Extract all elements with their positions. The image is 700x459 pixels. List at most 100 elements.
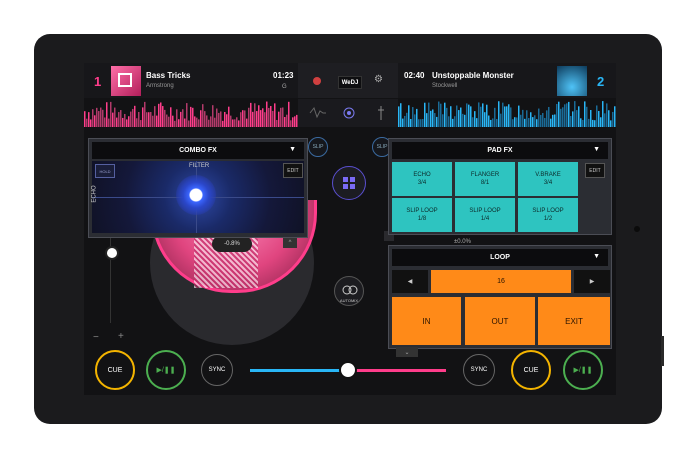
waveform-bar xyxy=(484,112,486,127)
automix-label: AUTOMIX xyxy=(339,298,359,303)
deck2-sync-button[interactable]: SYNC xyxy=(463,354,495,386)
waveform-bar xyxy=(406,112,408,127)
waveform-bar xyxy=(426,113,428,127)
waveform-bar xyxy=(474,111,476,127)
deck1-bpm-offset: -0.8% xyxy=(212,236,252,252)
waveform-bar xyxy=(258,105,260,127)
waveform-bar xyxy=(488,115,490,127)
loop-out-button[interactable]: OUT xyxy=(465,297,535,345)
waveform-bar xyxy=(468,104,470,127)
zoom-minus-button[interactable]: − xyxy=(93,332,99,343)
pad-fx-edit-button[interactable]: EDIT xyxy=(585,163,605,178)
waveform-bar xyxy=(614,106,616,127)
waveform-bar xyxy=(606,103,608,127)
waveform-bar xyxy=(580,118,582,127)
waveform-bar xyxy=(216,108,218,127)
waveform-bar xyxy=(404,115,406,127)
pad-fx-flanger[interactable]: FLANGER 8/1 xyxy=(455,162,515,196)
waveform-bar xyxy=(264,112,266,127)
waveform-bar xyxy=(492,118,494,127)
waveform-bar xyxy=(594,120,596,127)
collapse-panel-button[interactable]: ⌄ xyxy=(396,347,418,357)
wedj-logo[interactable]: WeDJ xyxy=(338,76,362,89)
deck1-chevron-up-icon[interactable]: ^ xyxy=(283,238,297,248)
waveform-bar xyxy=(250,102,252,127)
waveform-bar xyxy=(434,113,436,127)
deck1-artwork[interactable] xyxy=(111,66,141,96)
waveform-bar xyxy=(144,101,146,127)
waveform-bar xyxy=(92,109,94,127)
pad-fx-header[interactable]: PAD FX ▼ xyxy=(392,142,608,159)
waveform-bar xyxy=(602,101,604,127)
pad-fx-vbrake[interactable]: V.BRAKE 3/4 xyxy=(518,162,578,196)
crossfader-handle[interactable] xyxy=(339,361,357,379)
waveform-bar xyxy=(210,116,212,127)
waveform-bar xyxy=(548,106,550,127)
waveform-bar xyxy=(544,117,546,127)
pad-fx-slip-loop-3[interactable]: SLIP LOOP 1/2 xyxy=(518,198,578,232)
waveform-bar xyxy=(280,107,282,127)
pad-fx-slip-loop-1[interactable]: SLIP LOOP 1/8 xyxy=(392,198,452,232)
hold-button[interactable]: HOLD xyxy=(95,164,115,178)
filter-label: FILTER xyxy=(189,163,210,169)
chevron-down-icon[interactable]: ▼ xyxy=(593,146,600,153)
deck1-play-pause-button[interactable]: ▶/❚❚ xyxy=(146,350,186,390)
waveform-bar xyxy=(232,119,234,127)
waveform-bar xyxy=(116,117,118,127)
waveform-bar xyxy=(536,119,538,127)
loop-title: LOOP xyxy=(490,254,510,261)
deck2-cue-button[interactable]: CUE xyxy=(511,350,551,390)
waveform-bar xyxy=(410,118,412,127)
deck1-slip-button[interactable]: SLIP xyxy=(308,137,328,157)
deck2-artwork[interactable] xyxy=(557,66,587,96)
waveform-bar xyxy=(284,116,286,127)
waveform-bar xyxy=(558,101,560,127)
deck2-artist: Stockwell xyxy=(432,83,458,89)
app-screen: 1 Bass Tricks Armstrong 01:23 G WeDJ ⚙ 0… xyxy=(84,63,616,395)
deck2-waveform[interactable] xyxy=(398,99,616,127)
chevron-down-icon[interactable]: ▼ xyxy=(593,253,600,260)
waveform-bar xyxy=(186,103,188,127)
loop-header[interactable]: LOOP ▼ xyxy=(392,249,608,266)
combo-fx-xy-pad[interactable]: FILTER ECHO xyxy=(92,161,304,233)
waveform-bar xyxy=(568,101,570,127)
grid-button[interactable] xyxy=(332,166,366,200)
waveform-bar xyxy=(96,107,98,127)
loop-in-button[interactable]: IN xyxy=(392,297,461,345)
loop-decrease-button[interactable]: ◀ xyxy=(392,270,428,293)
pad-fx-slip-loop-2[interactable]: SLIP LOOP 1/4 xyxy=(455,198,515,232)
pad-fx-echo[interactable]: ECHO 3/4 xyxy=(392,162,452,196)
waveform-bar xyxy=(266,101,268,127)
deck1-time: 01:23 xyxy=(273,71,294,80)
record-icon[interactable] xyxy=(313,77,321,85)
settings-icon[interactable]: ⚙ xyxy=(374,74,383,85)
combo-fx-header[interactable]: COMBO FX ▼ xyxy=(92,142,304,159)
waveform-bar xyxy=(528,118,530,127)
waveform-bar xyxy=(136,118,138,127)
loop-exit-button[interactable]: EXIT xyxy=(538,297,610,345)
deck1-artist: Armstrong xyxy=(146,83,174,89)
waveform-bar xyxy=(184,118,186,127)
waveform-bar xyxy=(542,112,544,127)
waveform-bar xyxy=(198,119,200,127)
waveform-bar xyxy=(106,102,108,127)
deck2-play-pause-button[interactable]: ▶/❚❚ xyxy=(563,350,603,390)
waveform-bar xyxy=(482,103,484,127)
chevron-down-icon[interactable]: ▼ xyxy=(289,146,296,153)
waveform-bar xyxy=(582,119,584,127)
xy-cursor[interactable] xyxy=(176,175,216,215)
waveform-bar xyxy=(228,106,230,127)
waveform-bar xyxy=(152,115,154,127)
combo-fx-edit-button[interactable]: EDIT xyxy=(283,163,303,178)
waveform-bar xyxy=(248,107,250,127)
zoom-plus-button[interactable]: + xyxy=(118,331,124,342)
deck1-waveform[interactable] xyxy=(84,99,298,127)
waveform-bar xyxy=(546,110,548,127)
deck2-time: 02:40 xyxy=(404,71,425,80)
deck1-pitch-handle[interactable] xyxy=(105,246,119,260)
deck1-sync-button[interactable]: SYNC xyxy=(201,354,233,386)
loop-increase-button[interactable]: ▶ xyxy=(574,270,610,293)
waveform-bar xyxy=(560,108,562,127)
waveform-bar xyxy=(586,106,588,127)
deck1-cue-button[interactable]: CUE xyxy=(95,350,135,390)
